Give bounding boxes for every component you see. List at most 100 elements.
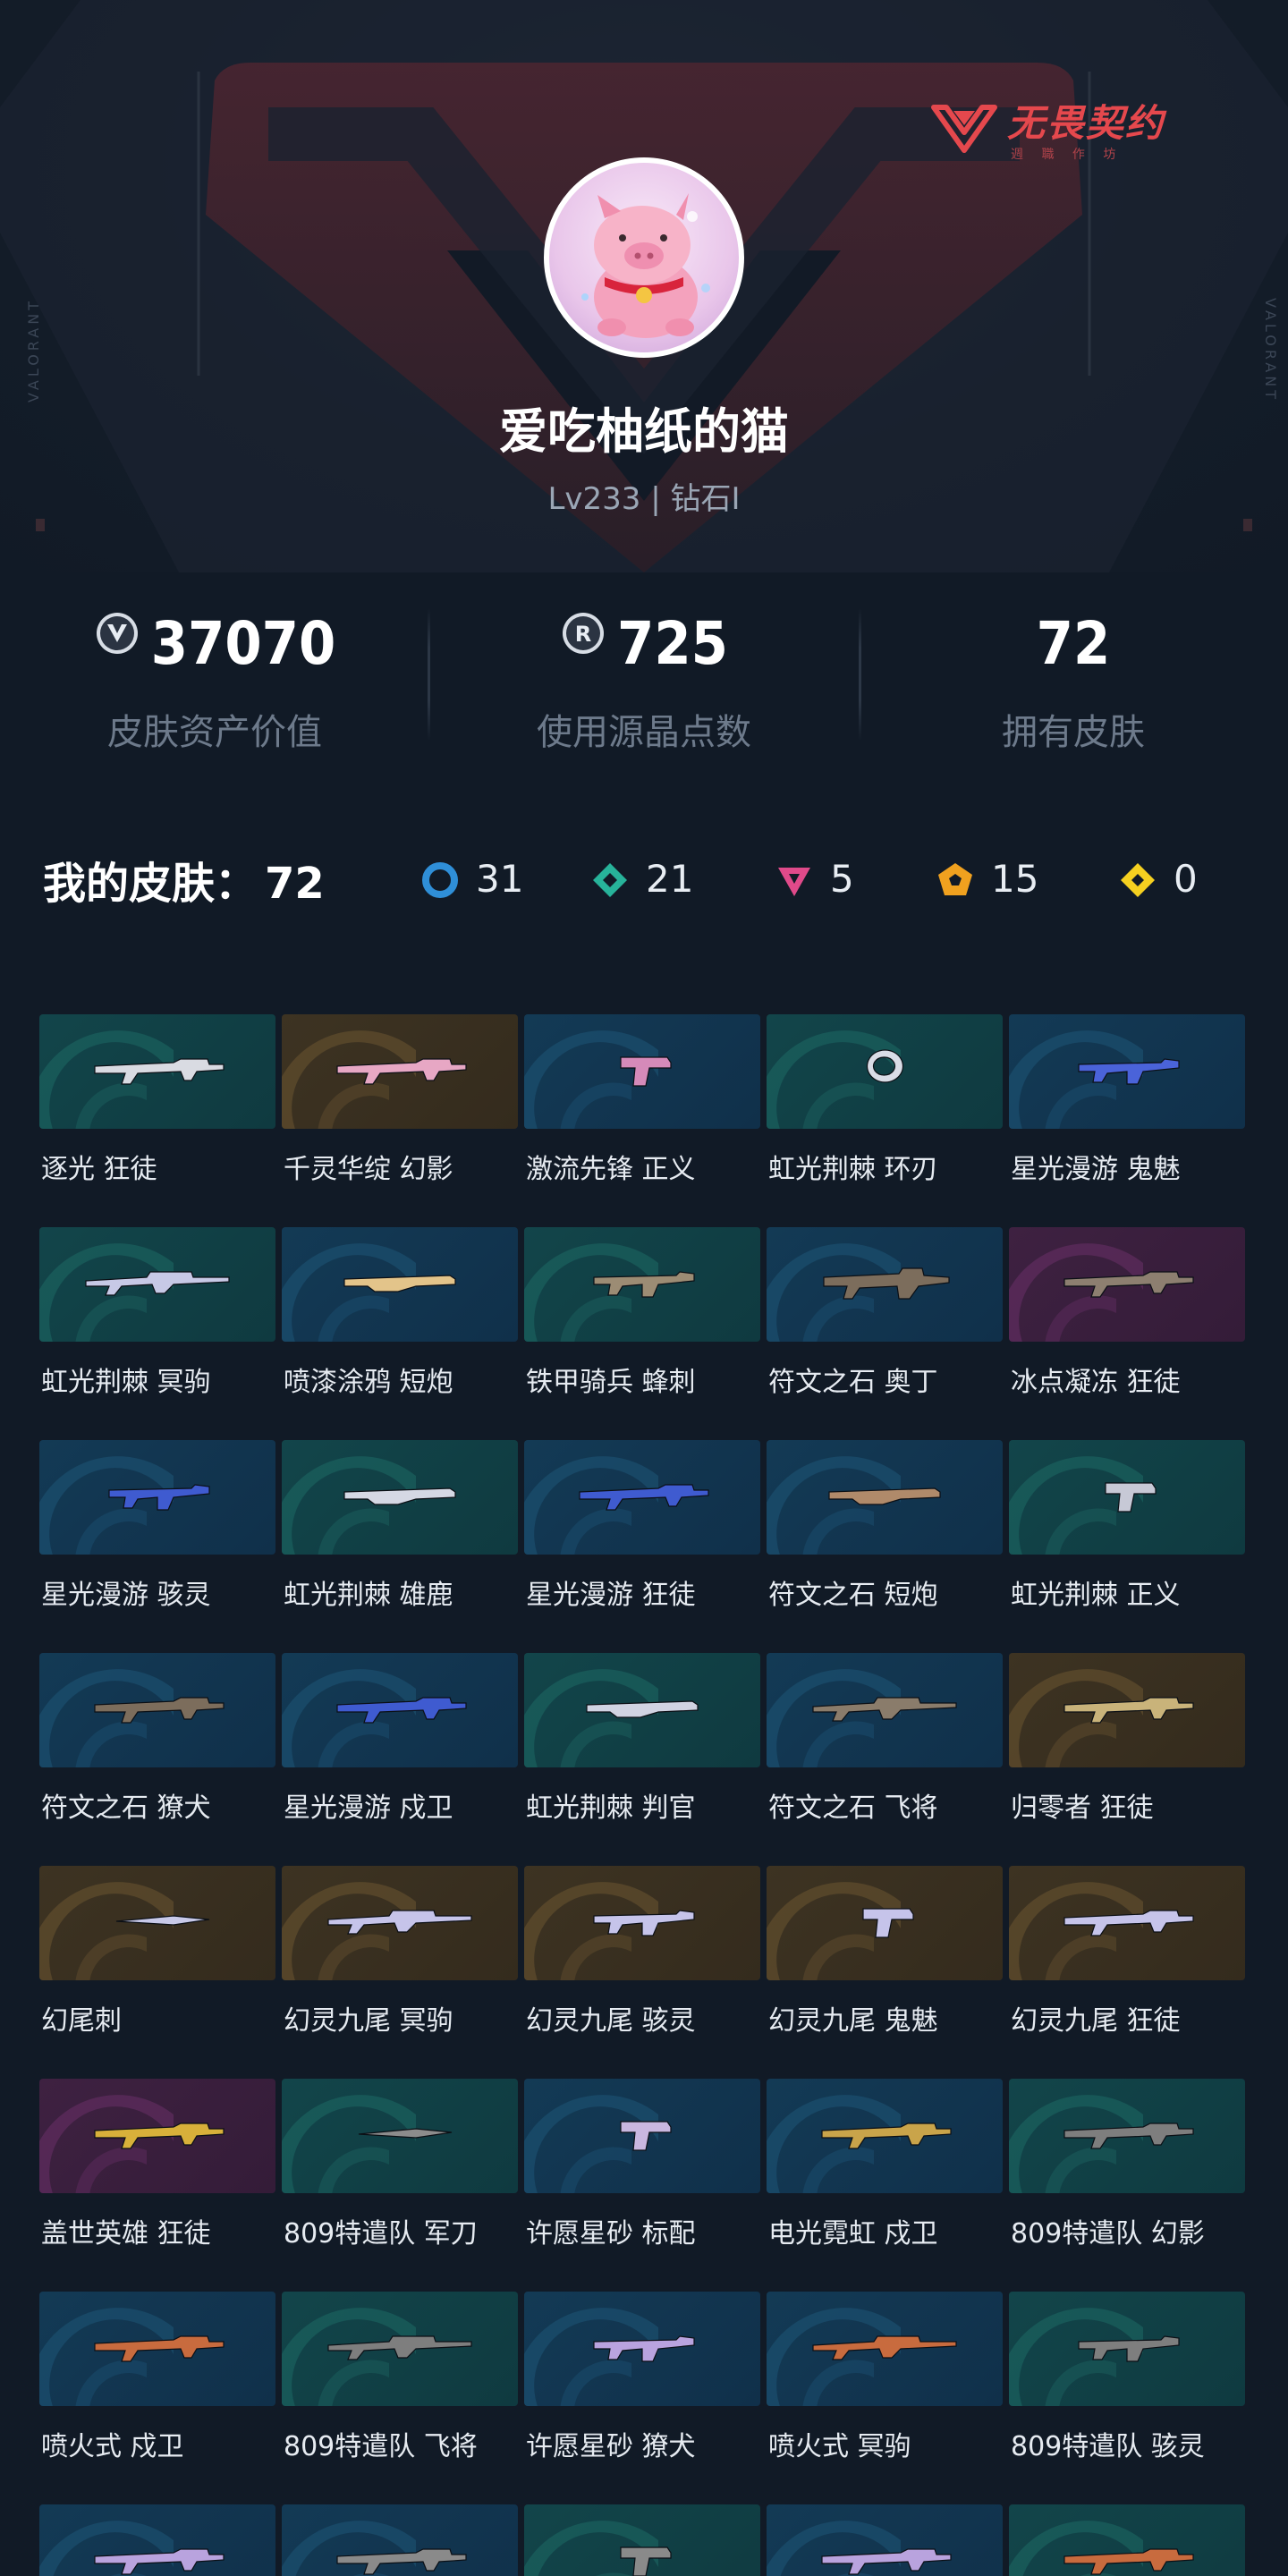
skin-card[interactable]: 星光漫游 戍卫 <box>282 1653 518 1832</box>
stat-value: 725 <box>617 609 728 678</box>
skin-card[interactable]: 许愿星砂 标配 <box>524 2079 760 2258</box>
skin-name: 喷漆涂鸦 短炮 <box>284 1367 453 1398</box>
skin-card[interactable] <box>524 2504 760 2576</box>
skin-card[interactable]: 809特遣队 飞将 <box>282 2292 518 2470</box>
skin-name: 虹光荆棘 正义 <box>1011 1580 1181 1611</box>
tier-count: 5 <box>830 857 854 901</box>
skin-card[interactable]: 虹光荆棘 雄鹿 <box>282 1440 518 1619</box>
side-brand-text-right: VALORANT <box>1262 298 1279 402</box>
smg-weapon-icon <box>524 1243 695 1342</box>
skin-card[interactable]: 星光漫游 狂徒 <box>524 1440 760 1619</box>
skin-thumbnail <box>282 1440 518 1555</box>
rifle-weapon-icon <box>39 2521 225 2576</box>
skin-card[interactable]: 星光漫游 骇灵 <box>39 1440 275 1619</box>
smg-weapon-icon <box>524 2308 695 2406</box>
skin-card[interactable]: 激流先锋 正义 <box>524 1014 760 1193</box>
pistol-weapon-icon <box>767 1882 914 1980</box>
skin-card[interactable]: 符文之石 短炮 <box>767 1440 1003 1619</box>
skin-name: 电光霓虹 戍卫 <box>768 2218 938 2250</box>
valorant-points-icon <box>96 613 138 654</box>
rifle-weapon-icon <box>282 1669 467 1767</box>
rifle-weapon-icon <box>524 1456 709 1555</box>
tier-count: 31 <box>476 857 524 901</box>
svg-text:R: R <box>575 622 591 647</box>
skin-card[interactable]: 电光霓虹 戍卫 <box>767 2079 1003 2258</box>
stat-skin-value: 37070 皮肤资产价值 <box>0 608 429 753</box>
skin-card[interactable] <box>1009 2504 1245 2576</box>
skin-name: 幻尾刺 <box>41 2005 122 2037</box>
skin-card[interactable]: 喷漆涂鸦 短炮 <box>282 1227 518 1406</box>
skin-card[interactable]: 虹光荆棘 冥驹 <box>39 1227 275 1406</box>
skin-card[interactable]: 千灵华绽 幻影 <box>282 1014 518 1193</box>
skin-card[interactable]: 符文之石 奥丁 <box>767 1227 1003 1406</box>
tier-count: 15 <box>991 857 1039 901</box>
skin-card[interactable] <box>767 2504 1003 2576</box>
side-brand-text-left: VALORANT <box>25 298 42 402</box>
skin-card[interactable]: 幻灵九尾 狂徒 <box>1009 1866 1245 2045</box>
skin-thumbnail <box>39 1440 275 1555</box>
skin-name: 809特遣队 飞将 <box>284 2431 478 2462</box>
skin-card[interactable]: 符文之石 飞将 <box>767 1653 1003 1832</box>
skin-name: 许愿星砂 标配 <box>526 2218 696 2250</box>
smg-weapon-icon <box>39 1456 210 1555</box>
skin-card[interactable] <box>39 2504 275 2576</box>
skins-total-count: 72 <box>265 859 325 909</box>
skin-card[interactable]: 虹光荆棘 环刃 <box>767 1014 1003 1193</box>
skin-card[interactable]: 归零者 狂徒 <box>1009 1653 1245 1832</box>
exclusive-tier-icon <box>938 863 972 895</box>
skin-card[interactable]: 冰点凝冻 狂徒 <box>1009 1227 1245 1406</box>
skin-card[interactable]: 星光漫游 鬼魅 <box>1009 1014 1245 1193</box>
skin-thumbnail <box>767 2292 1003 2406</box>
avatar[interactable] <box>544 157 744 358</box>
skin-card[interactable]: 许愿星砂 獠犬 <box>524 2292 760 2470</box>
skin-card[interactable]: 809特遣队 幻影 <box>1009 2079 1245 2258</box>
valorant-logo-icon <box>931 105 997 153</box>
skin-card[interactable]: 铁甲骑兵 蜂刺 <box>524 1227 760 1406</box>
rifle-weapon-icon <box>767 2095 952 2193</box>
skin-card[interactable]: 虹光荆棘 正义 <box>1009 1440 1245 1619</box>
brand-title: 无畏契约 <box>1007 101 1165 145</box>
skin-thumbnail <box>39 2292 275 2406</box>
skin-name: 虹光荆棘 判官 <box>526 1792 696 1824</box>
skin-name: 喷火式 冥驹 <box>768 2431 911 2462</box>
skin-card[interactable]: 幻灵九尾 冥驹 <box>282 1866 518 2045</box>
skin-card[interactable]: 幻尾刺 <box>39 1866 275 2045</box>
shotgun-weapon-icon <box>282 1243 456 1342</box>
skin-card[interactable]: 盖世英雄 狂徒 <box>39 2079 275 2258</box>
skin-name: 星光漫游 骇灵 <box>41 1580 211 1611</box>
sniper-weapon-icon <box>39 1243 230 1342</box>
skin-card[interactable]: 喷火式 戍卫 <box>39 2292 275 2470</box>
skin-name: 符文之石 獠犬 <box>41 1792 211 1824</box>
premium-tier-icon <box>778 868 810 896</box>
sniper-weapon-icon <box>282 2308 472 2406</box>
skin-thumbnail <box>1009 1227 1245 1342</box>
skin-card[interactable]: 809特遣队 军刀 <box>282 2079 518 2258</box>
skins-summary: 我的皮肤： 72 31 21 5 15 0 <box>0 841 1288 921</box>
stats-bar: 37070 皮肤资产价值 R 725 使用源晶点数 72 拥有皮肤 <box>0 608 1288 753</box>
skin-thumbnail <box>524 1227 760 1342</box>
skin-thumbnail <box>524 1866 760 1980</box>
stat-value: 72 <box>1036 609 1111 678</box>
skin-card[interactable]: 809特遣队 骇灵 <box>1009 2292 1245 2470</box>
skin-name: 盖世英雄 狂徒 <box>41 2218 211 2250</box>
stat-value: 37070 <box>150 609 336 678</box>
ring-weapon-icon <box>767 1030 904 1129</box>
skin-card[interactable]: 符文之石 獠犬 <box>39 1653 275 1832</box>
skin-thumbnail <box>282 1653 518 1767</box>
skin-name: 铁甲骑兵 蜂刺 <box>526 1367 696 1398</box>
rifle-weapon-icon <box>282 1030 467 1129</box>
username: 爱吃柚纸的猫 <box>499 403 789 460</box>
skin-card[interactable]: 喷火式 冥驹 <box>767 2292 1003 2470</box>
stat-radianite-used: R 725 使用源晶点数 <box>429 608 859 753</box>
skin-card[interactable] <box>282 2504 518 2576</box>
skin-card[interactable]: 逐光 狂徒 <box>39 1014 275 1193</box>
skin-card[interactable]: 幻灵九尾 骇灵 <box>524 1866 760 2045</box>
skin-name: 符文之石 短炮 <box>768 1580 938 1611</box>
skin-name: 幻灵九尾 冥驹 <box>284 2005 453 2037</box>
skin-card[interactable]: 幻灵九尾 鬼魅 <box>767 1866 1003 2045</box>
skin-card[interactable]: 虹光荆棘 判官 <box>524 1653 760 1832</box>
skin-thumbnail <box>282 2504 518 2576</box>
skin-name: 虹光荆棘 环刃 <box>768 1154 938 1185</box>
pig-avatar-icon <box>581 193 710 338</box>
user-level-rank: Lv233 | 钻石I <box>547 481 741 517</box>
